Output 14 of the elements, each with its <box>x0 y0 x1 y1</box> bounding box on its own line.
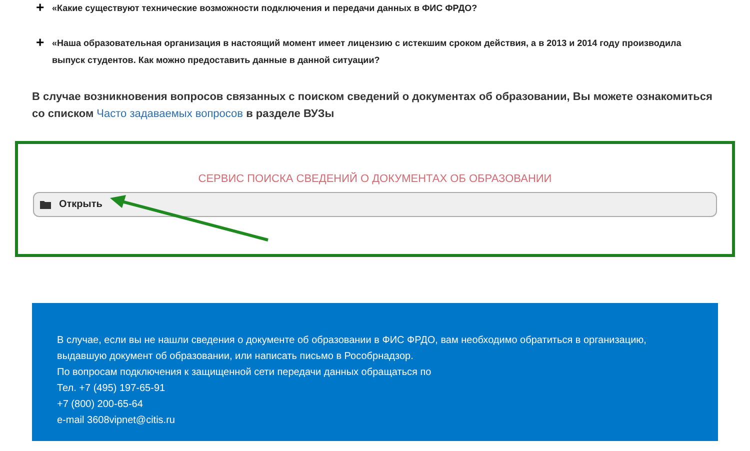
contact-text: Тел. +7 (495) 197-65-91 <box>57 382 166 396</box>
plus-icon[interactable]: + <box>36 0 44 14</box>
contact-text: По вопросам подключения к защищенной сети передачи данных обращаться по <box>57 366 432 380</box>
info-paragraph: В случае возникновения вопросов связанных с поиском сведений о документах об образовании, Вы можете ознакомиться со списком Часто задаваемых вопросов в разделе ВУЗы <box>32 90 714 122</box>
faq-link[interactable]: Часто задаваемых вопросов <box>96 108 244 120</box>
faq-question[interactable]: «Наша образовательная организация в настоящий момент имеет лицензию с истекшим сроком действия, а в 2013 и 2014 году производила выпуск студентов. Как можно предоставить данные в данной ситуации? <box>52 35 710 69</box>
faq-question[interactable]: «Какие существуют технические возможности подключения и передачи данных в ФИС ФРДО? <box>52 0 478 17</box>
plus-icon[interactable]: + <box>36 35 44 49</box>
contact-text: В случае, если вы не нашли сведения о документе об образовании в ФИС ФРДО, вам необходимо обратиться в организацию, выдавшую документ об образовании, или написать письмо в Рособрнадзор. <box>57 334 648 364</box>
folder-icon <box>40 200 51 209</box>
contact-text: e-mail 3608vipnet@citis.ru <box>57 414 176 428</box>
service-title: СЕРВИС ПОИСКА СВЕДЕНИЙ О ДОКУМЕНТАХ ОБ ОБРАЗОВАНИИ <box>197 172 553 186</box>
open-button[interactable]: Открыть <box>33 192 717 217</box>
contact-text: +7 (800) 200-65-64 <box>57 398 144 412</box>
